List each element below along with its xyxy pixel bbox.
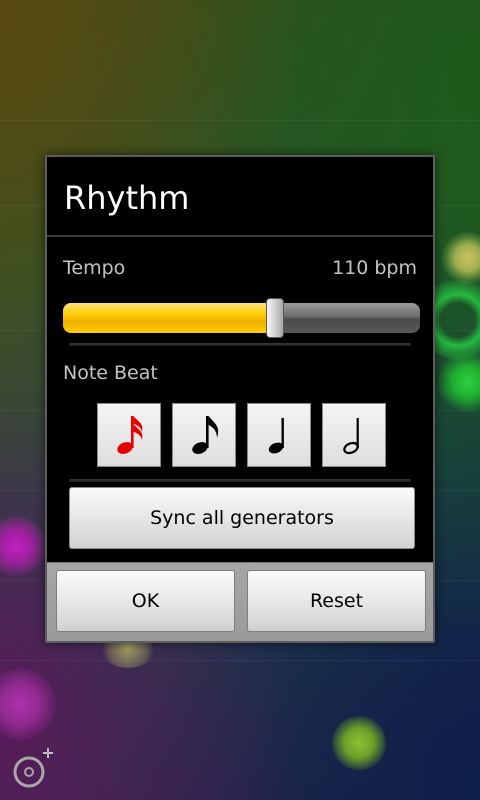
generator-node[interactable]	[0, 516, 46, 576]
ok-button[interactable]: OK	[56, 570, 235, 632]
title-divider	[47, 235, 433, 237]
eighth-note-button[interactable]	[172, 403, 236, 467]
app-screen: Rhythm Tempo 110 bpm Note Beat Sync all …	[0, 0, 480, 800]
eighth-note-icon	[192, 416, 219, 454]
tempo-value: 110 bpm	[332, 257, 417, 279]
slider-track[interactable]	[63, 303, 420, 333]
half-note-button[interactable]	[322, 403, 386, 467]
add-node-button[interactable]	[10, 745, 56, 791]
sixteenth-note-button[interactable]	[97, 403, 161, 467]
dialog-button-bar: OK Reset	[47, 562, 433, 641]
quarter-note-button[interactable]	[247, 403, 311, 467]
divider	[69, 479, 411, 482]
tempo-label: Tempo	[63, 257, 126, 279]
sync-all-generators-button[interactable]: Sync all generators	[69, 487, 415, 549]
generator-node[interactable]	[442, 232, 480, 284]
generator-node[interactable]	[332, 716, 386, 770]
slider-fill	[63, 303, 276, 333]
tempo-slider[interactable]	[63, 298, 420, 338]
rhythm-dialog: Rhythm Tempo 110 bpm Note Beat Sync all …	[45, 155, 435, 643]
note-beat-label: Note Beat	[63, 362, 158, 384]
half-note-icon	[343, 418, 359, 455]
quarter-note-icon	[268, 418, 284, 454]
reset-button[interactable]: Reset	[247, 570, 426, 632]
slider-thumb[interactable]	[266, 298, 285, 338]
dialog-title: Rhythm	[64, 179, 190, 217]
background-line	[0, 120, 480, 121]
add-node-icon	[13, 748, 53, 788]
sixteenth-note-icon	[117, 416, 143, 454]
generator-node[interactable]	[438, 352, 480, 412]
divider	[69, 343, 411, 346]
background-line	[0, 660, 480, 661]
generator-node[interactable]	[0, 668, 56, 740]
